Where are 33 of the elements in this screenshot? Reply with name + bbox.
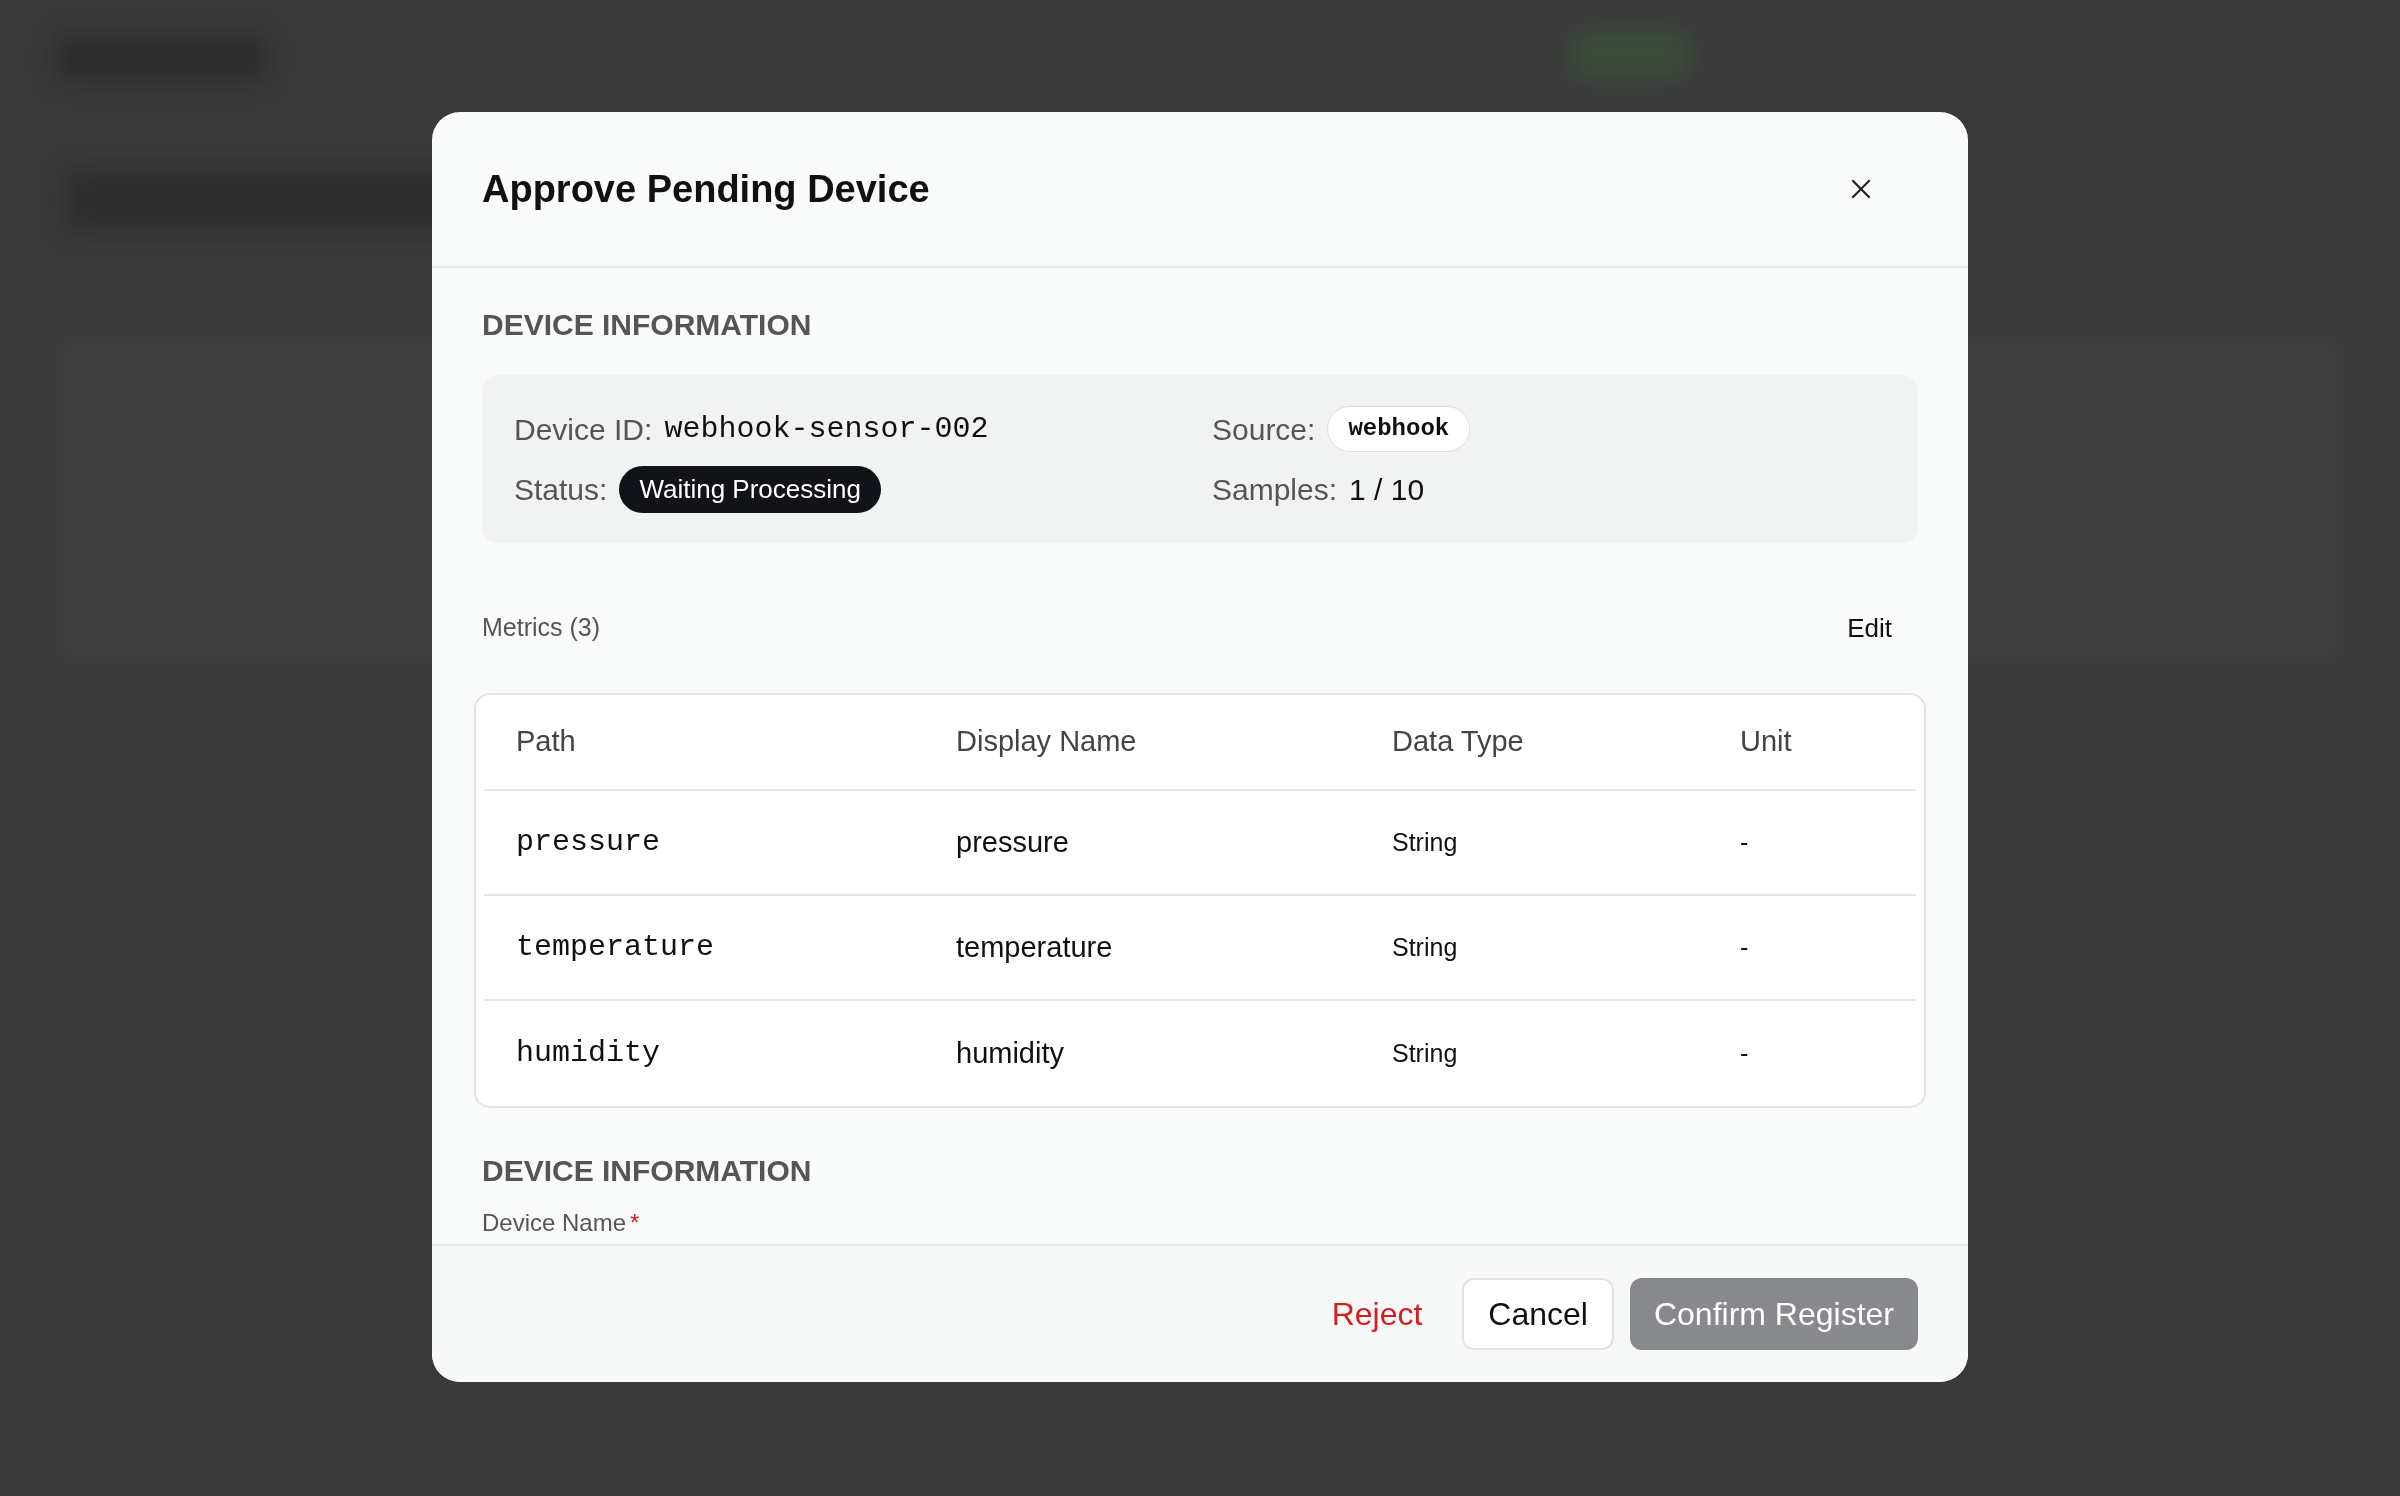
cancel-button[interactable]: Cancel [1462, 1278, 1614, 1350]
table-cell: String [1392, 1038, 1458, 1067]
table-cell: temperature [956, 930, 1113, 963]
dialog-title: Approve Pending Device [482, 166, 930, 212]
table-cell: humidity [956, 1036, 1064, 1069]
column-header: Display Name [956, 725, 1137, 758]
column-header: Data Type [1392, 725, 1524, 758]
reject-button[interactable]: Reject [1307, 1278, 1447, 1350]
field-label: Samples: [1212, 471, 1338, 508]
table-cell: String [1392, 932, 1458, 961]
section-heading: DEVICE INFORMATION [482, 1153, 813, 1189]
table-cell: humidity [516, 1036, 661, 1070]
edit-button[interactable]: Edit [1831, 600, 1908, 656]
table-cell: - [1740, 1038, 1749, 1067]
table-cell: temperature [516, 930, 715, 964]
table-cell: pressure [516, 825, 661, 859]
field-label: Source: [1212, 411, 1316, 448]
column-header: Unit [1740, 725, 1792, 758]
field-value: 1 / 10 [1349, 471, 1425, 508]
column-header: Path [516, 725, 576, 758]
field-value: webhook-sensor-002 [664, 410, 989, 448]
table-cell: String [1392, 827, 1458, 856]
table-cell: - [1740, 932, 1749, 961]
status-pill: Waiting Processing [619, 465, 881, 513]
source-tag: webhook [1327, 406, 1471, 452]
field-label: Device Name [482, 1209, 627, 1236]
field-label: Status: [514, 471, 608, 508]
section-heading: DEVICE INFORMATION [482, 307, 813, 343]
metrics-label: Metrics (3) [482, 612, 601, 644]
required-mark: * [630, 1209, 640, 1236]
field-label: Device ID: [514, 411, 653, 448]
table-cell: pressure [956, 825, 1069, 858]
table-cell: - [1740, 827, 1749, 856]
